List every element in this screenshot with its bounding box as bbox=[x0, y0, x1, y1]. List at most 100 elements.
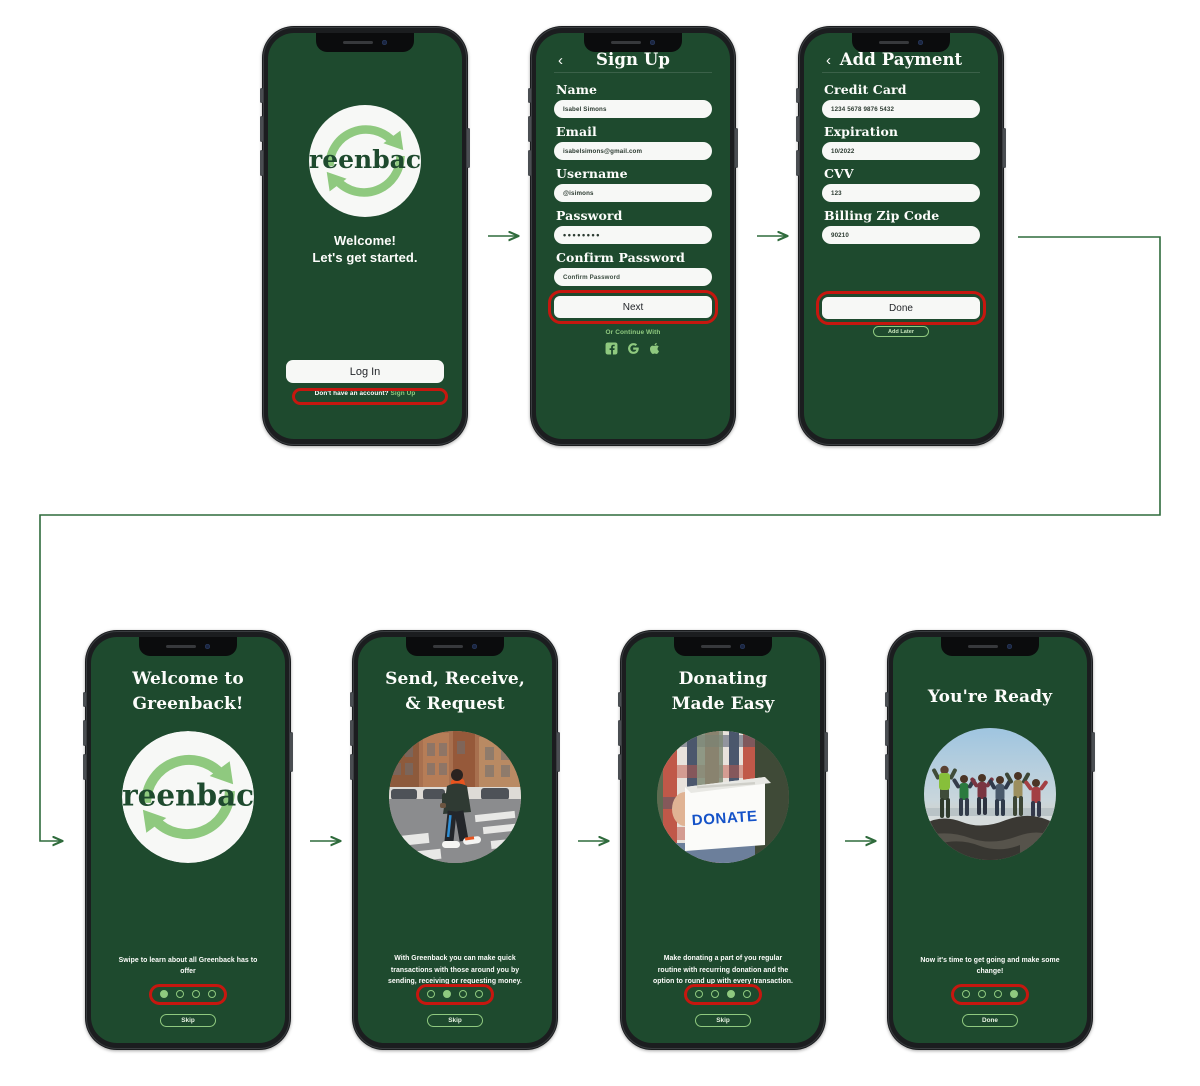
input-name[interactable]: Isabel Simons bbox=[554, 100, 712, 118]
screen-onboarding-3: Donating Made Easy DONATE Make donating … bbox=[626, 637, 820, 1043]
input-confirm-password[interactable]: Confirm Password bbox=[554, 268, 712, 286]
skip-button[interactable]: Skip bbox=[695, 1014, 751, 1027]
mute-switch[interactable] bbox=[260, 88, 263, 103]
page-dot-4[interactable] bbox=[1010, 990, 1018, 998]
input-password[interactable]: •••••••• bbox=[554, 226, 712, 244]
page-indicator-dots[interactable] bbox=[376, 990, 534, 998]
label-credit-card: Credit Card bbox=[824, 82, 907, 97]
page-dot-3[interactable] bbox=[994, 990, 1002, 998]
volume-down-button[interactable] bbox=[528, 150, 531, 176]
mute-switch[interactable] bbox=[83, 692, 86, 707]
earpiece-speaker bbox=[701, 645, 731, 648]
front-camera-icon bbox=[918, 40, 923, 45]
volume-up-button[interactable] bbox=[260, 116, 263, 142]
page-dot-4[interactable] bbox=[208, 990, 216, 998]
phone-onboarding-3: Donating Made Easy DONATE Make donating … bbox=[618, 630, 828, 1050]
back-icon[interactable]: ‹ bbox=[826, 53, 831, 68]
mute-switch[interactable] bbox=[796, 88, 799, 103]
facebook-icon[interactable] bbox=[605, 342, 618, 355]
volume-down-button[interactable] bbox=[618, 754, 621, 780]
power-button[interactable] bbox=[825, 732, 828, 772]
page-indicator-dots[interactable] bbox=[109, 990, 267, 998]
google-icon[interactable] bbox=[627, 342, 640, 355]
page-dot-4[interactable] bbox=[743, 990, 751, 998]
volume-up-button[interactable] bbox=[796, 116, 799, 142]
page-dot-2[interactable] bbox=[978, 990, 986, 998]
logo-wordmark: greenback bbox=[122, 778, 254, 813]
power-button[interactable] bbox=[557, 732, 560, 772]
phone-signup: ‹ Sign Up Name Isabel Simons Email isabe… bbox=[528, 26, 738, 446]
page-title: Sign Up bbox=[595, 50, 671, 69]
page-dot-2[interactable] bbox=[443, 990, 451, 998]
power-button[interactable] bbox=[1092, 732, 1095, 772]
volume-up-button[interactable] bbox=[618, 720, 621, 746]
screen-onboarding-2: Send, Receive, & Request With Greenback … bbox=[358, 637, 552, 1043]
input-username[interactable]: @isimons bbox=[554, 184, 712, 202]
volume-down-button[interactable] bbox=[350, 754, 353, 780]
page-dot-1[interactable] bbox=[160, 990, 168, 998]
front-camera-icon bbox=[472, 644, 477, 649]
page-dot-2[interactable] bbox=[176, 990, 184, 998]
apple-icon[interactable] bbox=[649, 342, 661, 355]
page-dot-1[interactable] bbox=[962, 990, 970, 998]
volume-up-button[interactable] bbox=[885, 720, 888, 746]
screen-add-payment: ‹ Add Payment Credit Card 1234 5678 9876… bbox=[804, 33, 998, 439]
mute-switch[interactable] bbox=[350, 692, 353, 707]
power-button[interactable] bbox=[290, 732, 293, 772]
volume-down-button[interactable] bbox=[796, 150, 799, 176]
power-button[interactable] bbox=[1003, 128, 1006, 168]
greenback-logo: greenback bbox=[309, 105, 421, 217]
signup-prompt[interactable]: Don't have an account? Sign Up bbox=[286, 390, 444, 397]
phone-add-payment: ‹ Add Payment Credit Card 1234 5678 9876… bbox=[796, 26, 1006, 446]
earpiece-speaker bbox=[968, 645, 998, 648]
done-button-wrap: Done bbox=[816, 291, 986, 325]
volume-down-button[interactable] bbox=[83, 754, 86, 780]
volume-up-button[interactable] bbox=[528, 116, 531, 142]
page-dot-4[interactable] bbox=[475, 990, 483, 998]
page-dot-3[interactable] bbox=[727, 990, 735, 998]
onboarding-title-line-1: You're Ready bbox=[927, 687, 1053, 707]
earpiece-speaker bbox=[166, 645, 196, 648]
mute-switch[interactable] bbox=[885, 692, 888, 707]
input-credit-card[interactable]: 1234 5678 9876 5432 bbox=[822, 100, 980, 118]
skip-button[interactable]: Skip bbox=[160, 1014, 216, 1027]
skip-button[interactable]: Skip bbox=[427, 1014, 483, 1027]
earpiece-speaker bbox=[343, 41, 373, 44]
people-jumping-photo bbox=[924, 728, 1056, 861]
onboarding-media-greenback-logo: greenback bbox=[122, 731, 254, 864]
add-later-button[interactable]: Add Later bbox=[873, 326, 929, 337]
mute-switch[interactable] bbox=[618, 692, 621, 707]
page-indicator-dots[interactable] bbox=[644, 990, 802, 998]
volume-down-button[interactable] bbox=[260, 150, 263, 176]
page-dot-2[interactable] bbox=[711, 990, 719, 998]
phone-onboarding-2: Send, Receive, & Request With Greenback … bbox=[350, 630, 560, 1050]
next-button[interactable]: Next bbox=[554, 296, 712, 318]
earpiece-speaker bbox=[433, 645, 463, 648]
input-billing-zip[interactable]: 90210 bbox=[822, 226, 980, 244]
page-dot-1[interactable] bbox=[427, 990, 435, 998]
power-button[interactable] bbox=[735, 128, 738, 168]
volume-down-button[interactable] bbox=[885, 754, 888, 780]
back-icon[interactable]: ‹ bbox=[558, 53, 563, 68]
input-email[interactable]: isabelsimons@gmail.com bbox=[554, 142, 712, 160]
phone-onboarding-4: You're Ready Now it's time to get going … bbox=[885, 630, 1095, 1050]
volume-up-button[interactable] bbox=[350, 720, 353, 746]
page-indicator-dots[interactable] bbox=[911, 990, 1069, 998]
log-in-button[interactable]: Log In bbox=[286, 360, 444, 383]
page-dot-3[interactable] bbox=[192, 990, 200, 998]
done-button[interactable]: Done bbox=[822, 297, 980, 319]
volume-up-button[interactable] bbox=[83, 720, 86, 746]
power-button[interactable] bbox=[467, 128, 470, 168]
onboarding-title: Donating Made Easy bbox=[644, 667, 802, 717]
sign-up-link[interactable]: Sign Up bbox=[391, 390, 416, 397]
input-expiration[interactable]: 10/2022 bbox=[822, 142, 980, 160]
label-email: Email bbox=[556, 124, 597, 139]
page-dot-1[interactable] bbox=[695, 990, 703, 998]
earpiece-speaker bbox=[879, 41, 909, 44]
mute-switch[interactable] bbox=[528, 88, 531, 103]
welcome-line-2: Let's get started. bbox=[312, 250, 418, 266]
done-button[interactable]: Done bbox=[962, 1014, 1018, 1027]
page-title: Add Payment bbox=[839, 50, 963, 69]
page-dot-3[interactable] bbox=[459, 990, 467, 998]
input-cvv[interactable]: 123 bbox=[822, 184, 980, 202]
